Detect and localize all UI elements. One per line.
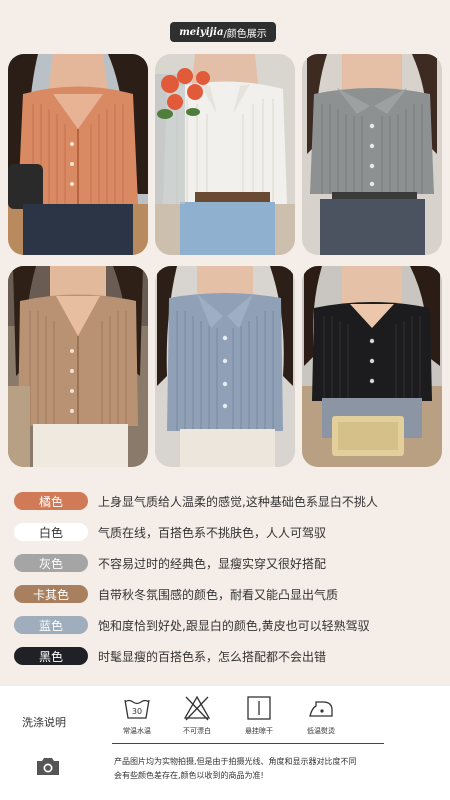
- brand-name: meiyijia: [179, 26, 224, 38]
- photo-gray: [302, 54, 442, 255]
- color-row-khaki: 卡其色 自带秋冬氛围感的颜色，耐看又能凸显出气质: [14, 581, 434, 612]
- camera-icon: [37, 758, 59, 775]
- color-row-white: 白色 气质在线，百搭色系不挑肤色，人人可驾驭: [14, 519, 434, 550]
- photo-blue: [155, 266, 295, 467]
- color-pill: 蓝色: [14, 616, 88, 634]
- photo-orange: [8, 54, 148, 255]
- color-description: 不容易过时的经典色，显瘦实穿又很好搭配: [98, 557, 327, 571]
- photo-disclaimer: 产品图片均为实物拍摄,但是由于拍摄光线、角度和显示器对比度不同 会有些颜色差存在…: [114, 755, 414, 783]
- color-pill: 卡其色: [14, 585, 88, 603]
- color-row-gray: 灰色 不容易过时的经典色，显瘦实穿又很好搭配: [14, 550, 434, 581]
- color-description: 时髦显瘦的百搭色系，怎么搭配都不会出错: [98, 650, 327, 664]
- low-iron-icon: [309, 701, 333, 717]
- color-label: 灰色: [38, 556, 63, 571]
- photo-white: [155, 54, 295, 255]
- hang-dry-caption: 悬挂晾干: [245, 727, 273, 735]
- color-description: 上身显气质给人温柔的感觉,这种基础色系显白不挑人: [98, 495, 378, 509]
- wash-30-icon: 30: [124, 699, 150, 719]
- photo-khaki: [8, 266, 148, 467]
- color-label: 卡其色: [32, 587, 69, 602]
- section-subtitle: /颜色展示: [223, 28, 267, 40]
- wash-temperature: 30: [132, 707, 142, 716]
- color-label: 蓝色: [38, 618, 63, 633]
- color-pill: 白色: [14, 523, 88, 541]
- color-row-orange: 橘色 上身显气质给人温柔的感觉,这种基础色系显白不挑人: [14, 488, 434, 519]
- color-pill: 橘色: [14, 492, 88, 510]
- care-instructions: 洗涤说明 30 常温水温 不可漂白 悬挂晾干 低温熨烫 产品图片均为实物拍摄,但…: [0, 686, 450, 800]
- care-divider: [112, 743, 384, 744]
- color-description: 气质在线，百搭色系不挑肤色，人人可驾驭: [98, 526, 327, 540]
- disclaimer-line-2: 会有些颜色差存在,颜色以收到的商品为准!: [114, 771, 264, 780]
- no-bleach-item: 不可漂白: [172, 694, 222, 736]
- wash-30-item: 30 常温水温: [112, 694, 162, 736]
- hang-dry-item: 悬挂晾干: [234, 694, 284, 736]
- color-row-blue: 蓝色 饱和度恰到好处,跟显白的颜色,黄皮也可以轻熟驾驭: [14, 612, 434, 643]
- color-pill: 灰色: [14, 554, 88, 572]
- wash-caption: 常温水温: [123, 727, 151, 735]
- color-label: 黑色: [38, 649, 63, 664]
- color-label: 橘色: [38, 494, 63, 509]
- low-iron-caption: 低温熨烫: [307, 727, 335, 735]
- color-list: 橘色 上身显气质给人温柔的感觉,这种基础色系显白不挑人 白色 气质在线，百搭色系…: [14, 488, 434, 674]
- color-description: 饱和度恰到好处,跟显白的颜色,黄皮也可以轻熟驾驭: [98, 619, 370, 633]
- color-label: 白色: [38, 525, 63, 540]
- no-bleach-icon: [183, 695, 211, 721]
- care-icon-row: 30 常温水温 不可漂白 悬挂晾干 低温熨烫: [112, 694, 362, 740]
- low-iron-item: 低温熨烫: [296, 694, 346, 736]
- hang-dry-icon: [247, 696, 271, 720]
- color-pill: 黑色: [14, 647, 88, 665]
- color-row-black: 黑色 时髦显瘦的百搭色系，怎么搭配都不会出错: [14, 643, 434, 674]
- color-photo-grid: [8, 54, 442, 474]
- section-title: meiyijia/颜色展示: [170, 22, 276, 42]
- photo-black: [302, 266, 442, 467]
- care-label: 洗涤说明: [22, 716, 66, 729]
- disclaimer-line-1: 产品图片均为实物拍摄,但是由于拍摄光线、角度和显示器对比度不同: [114, 757, 357, 766]
- color-description: 自带秋冬氛围感的颜色，耐看又能凸显出气质: [98, 588, 339, 602]
- no-bleach-caption: 不可漂白: [183, 727, 211, 735]
